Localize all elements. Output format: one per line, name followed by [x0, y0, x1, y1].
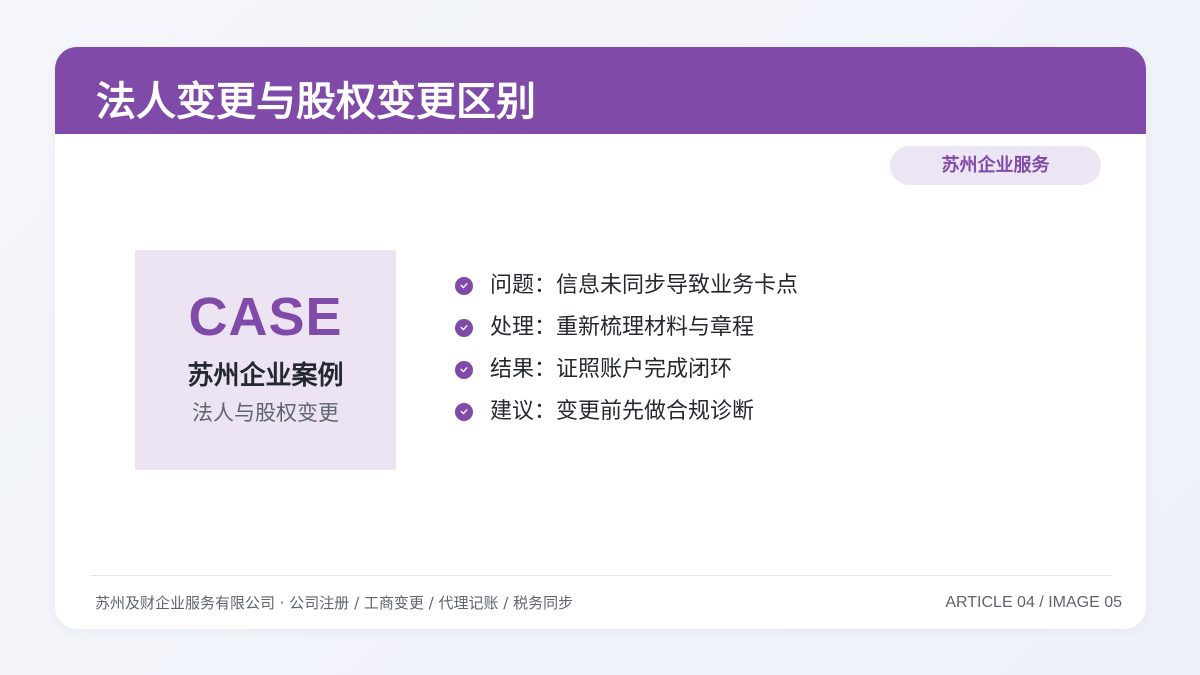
slide-card: 法人变更与股权变更区别 苏州企业服务 CASE 苏州企业案例 法人与股权变更 问…	[55, 47, 1146, 629]
check-circle-icon	[455, 319, 473, 337]
bullet-list: 问题：信息未同步导致业务卡点 处理：重新梳理材料与章程 结果：证照账户完成闭环 …	[455, 265, 798, 433]
check-circle-icon	[455, 361, 473, 379]
case-subtitle: 法人与股权变更	[192, 401, 339, 425]
footer-article-index: ARTICLE 04 / IMAGE 05	[945, 594, 1122, 611]
check-circle-icon	[455, 403, 473, 421]
footer-divider	[90, 575, 1111, 576]
case-panel: CASE 苏州企业案例 法人与股权变更	[135, 250, 396, 470]
page-title: 法人变更与股权变更区别	[96, 79, 536, 125]
list-item: 结果：证照账户完成闭环	[455, 349, 798, 391]
footer-company-info: 苏州及财企业服务有限公司 · 公司注册 / 工商变更 / 代理记账 / 税务同步	[95, 594, 574, 612]
service-badge: 苏州企业服务	[890, 146, 1101, 185]
list-item-text: 问题：信息未同步导致业务卡点	[490, 273, 799, 298]
list-item-text: 处理：重新梳理材料与章程	[490, 315, 755, 340]
list-item: 处理：重新梳理材料与章程	[455, 307, 798, 349]
case-title: 苏州企业案例	[187, 361, 344, 391]
list-item-text: 建议：变更前先做合规诊断	[490, 399, 755, 424]
case-word: CASE	[188, 287, 343, 347]
check-circle-icon	[455, 277, 473, 295]
list-item: 建议：变更前先做合规诊断	[455, 391, 798, 433]
list-item-text: 结果：证照账户完成闭环	[490, 357, 733, 382]
list-item: 问题：信息未同步导致业务卡点	[455, 265, 798, 307]
header-bar: 法人变更与股权变更区别	[55, 47, 1146, 134]
